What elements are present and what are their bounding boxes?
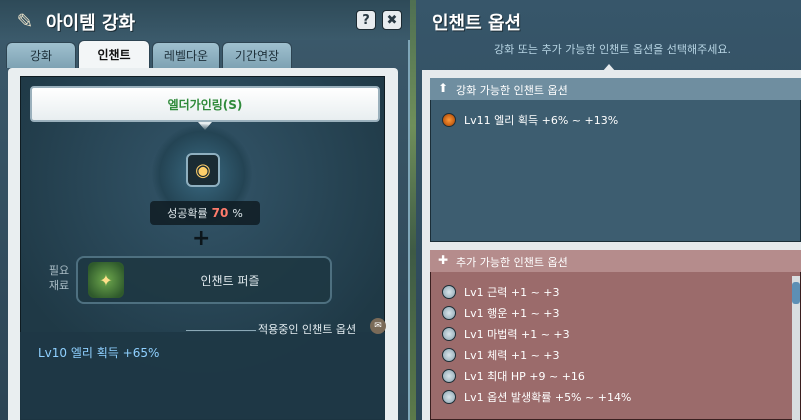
radio-icon[interactable] (442, 285, 456, 299)
success-rate: 성공확률 70 % (150, 201, 260, 225)
item-name: 엘더가인링(S) (30, 86, 380, 122)
radio-icon[interactable] (442, 369, 456, 383)
success-rate-value: 70 (211, 206, 229, 220)
radio-selected-icon[interactable] (442, 113, 456, 127)
add-option[interactable]: Lv1 최대 HP +9 ~ +16 (442, 368, 585, 384)
add-option[interactable]: Lv1 체력 +1 ~ +3 (442, 347, 560, 363)
add-option-label: Lv1 옵션 발생확률 +5% ~ +14% (464, 391, 632, 404)
add-option-label: Lv1 최대 HP +9 ~ +16 (464, 370, 585, 383)
tab-enhance[interactable]: 강화 (6, 42, 76, 68)
add-options-title: 추가 가능한 인챈트 옵션 (456, 256, 568, 269)
feather-icon: ✎ (16, 9, 34, 33)
scroll-icon: ✉ (370, 318, 386, 334)
help-button[interactable]: ? (356, 10, 376, 30)
enhance-options-box (430, 78, 801, 242)
arrow-up-icon: ⬆ (438, 81, 449, 95)
add-option-label: Lv1 마법력 +1 ~ +3 (464, 328, 570, 341)
radio-icon[interactable] (442, 306, 456, 320)
material-name: 인챈트 퍼즐 (200, 274, 260, 288)
radio-icon[interactable] (442, 348, 456, 362)
success-rate-unit: % (232, 206, 243, 220)
success-rate-label: 성공확률 (167, 207, 208, 220)
add-option-label: Lv1 근력 +1 ~ +3 (464, 286, 560, 299)
enhance-option[interactable]: Lv11 엘리 획득 +6% ~ +13% (442, 112, 618, 128)
options-subtitle: 강화 또는 추가 가능한 인챈트 옵션을 선택해주세요. (494, 43, 731, 56)
enhance-options-title: 강화 가능한 인챈트 옵션 (456, 84, 568, 97)
radio-icon[interactable] (442, 327, 456, 341)
tab-enchant[interactable]: 인챈트 (78, 40, 150, 68)
close-button[interactable]: ✖ (382, 10, 402, 30)
add-option[interactable]: Lv1 근력 +1 ~ +3 (442, 284, 560, 300)
applied-options-title: 적용중인 인챈트 옵션 (258, 323, 357, 336)
material-label: 필요 재료 (48, 264, 70, 292)
options-title: 인챈트 옵션 (432, 13, 522, 34)
divider (186, 330, 256, 331)
add-option-label: Lv1 체력 +1 ~ +3 (464, 349, 560, 362)
applied-option: Lv10 엘리 획득 +65% (38, 346, 160, 360)
add-option[interactable]: Lv1 마법력 +1 ~ +3 (442, 326, 570, 342)
scrollbar-thumb[interactable] (792, 282, 800, 304)
puzzle-icon[interactable]: ✦ (88, 262, 124, 298)
plus-icon: + (192, 226, 211, 251)
add-option[interactable]: Lv1 행운 +1 ~ +3 (442, 305, 560, 321)
ring-icon[interactable]: ◉ (186, 153, 220, 187)
window-title: 아이템 강화 (46, 13, 136, 34)
add-option-label: Lv1 행운 +1 ~ +3 (464, 307, 560, 320)
tab-extend-period[interactable]: 기간연장 (222, 42, 292, 68)
enhance-option-label: Lv11 엘리 획득 +6% ~ +13% (464, 114, 619, 127)
radio-icon[interactable] (442, 390, 456, 404)
tab-leveldown[interactable]: 레벨다운 (152, 42, 220, 68)
plus-icon: ✚ (438, 253, 449, 267)
add-option[interactable]: Lv1 옵션 발생확률 +5% ~ +14% (442, 389, 631, 405)
